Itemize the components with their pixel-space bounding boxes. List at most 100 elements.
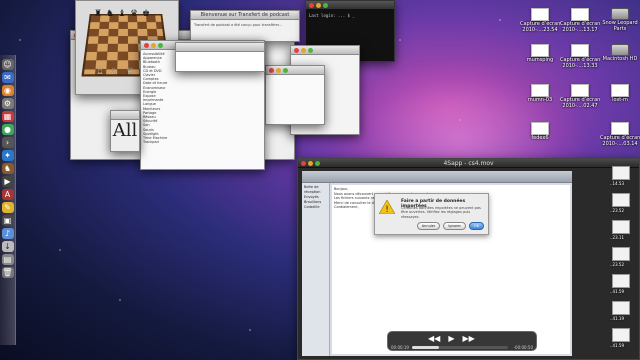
window-titlebar[interactable]: [111, 111, 139, 120]
mail-sidebar: Boîte de réception Envoyés Brouillons Corbe…: [302, 183, 330, 356]
screenshot-thumbnail-icon[interactable]: [612, 247, 630, 261]
helper-panel-window[interactable]: [175, 42, 265, 72]
desktop-disk-icon[interactable]: Macintosh HD: [600, 44, 640, 62]
warning-icon: !: [379, 200, 395, 214]
system-preferences-icon[interactable]: ⚙: [1, 98, 14, 109]
welcome-sheet-window[interactable]: Bienvenue sur Transfert de podcast Trans…: [190, 10, 300, 42]
sheet-text: Transfert de podcast a été conçu pour tr…: [194, 23, 283, 27]
desktop-screenshot-column: ..14.53 ..23.52 ..23.11 ..23.52 ..41.59 ..41.…: [560, 162, 640, 360]
desktop-icon-sublabel: 2010-....13.17: [562, 27, 598, 33]
desktop-icon-label: ..23.11: [610, 235, 624, 240]
calendar-icon[interactable]: ▦: [1, 111, 14, 122]
screenshot-thumbnail-icon[interactable]: [612, 301, 630, 315]
desktop-file-icon[interactable]: Capture d’écran 2010-....13.33: [560, 44, 600, 69]
chess-piece-icon[interactable]: ♖: [96, 67, 104, 77]
desktop-icon-label: lost-m: [612, 97, 628, 103]
desktop-disk-icon[interactable]: Snow Leopard Parts: [600, 8, 640, 32]
screenshot-thumbnail-icon: [531, 44, 549, 57]
screenshot-thumbnail-icon[interactable]: [612, 220, 630, 234]
chess-piece-icon[interactable]: ♝: [118, 9, 126, 19]
screenshot-thumbnail-icon[interactable]: [612, 193, 630, 207]
desktop-icon-label: ..41.59: [610, 289, 624, 294]
hard-drive-icon: [611, 8, 629, 20]
time-remaining: -00:00:50: [513, 345, 533, 350]
dock: ☺ ✉ ◉ ⚙ ▦ ● › ✦ ♞ ▶ A ✎ ▣ ♪ ↓ ▤ 🗑: [0, 55, 16, 345]
chess-piece-icon[interactable]: ♕: [126, 67, 134, 77]
desktop-file-icon[interactable]: lost-m: [600, 84, 640, 103]
desktop-icon-label: ..14.53: [610, 181, 624, 186]
terminal-icon[interactable]: ›: [1, 137, 14, 148]
desktop-icon-label: fedex6: [531, 135, 549, 141]
chess-icon[interactable]: ♞: [1, 163, 14, 174]
desktop-file-icon[interactable]: fedex6: [520, 122, 560, 141]
screenshot-thumbnail-icon: [571, 44, 589, 57]
notes-icon[interactable]: ✎: [1, 202, 14, 213]
window-titlebar[interactable]: [291, 46, 359, 55]
time-elapsed: 00:00:19: [391, 345, 409, 350]
alert-dialog: ! Faire a partir de données importées Ce…: [374, 193, 489, 235]
desktop-icon-sublabel: 2010-....03.14: [602, 141, 638, 147]
dictionary-icon[interactable]: A: [1, 189, 14, 200]
desktop-icon-sublabel: Parts: [613, 26, 627, 32]
dialog-cancel-button[interactable]: Annuler: [416, 222, 441, 230]
messages-icon[interactable]: ●: [1, 124, 14, 135]
downloads-icon[interactable]: ↓: [1, 241, 14, 252]
font-book-window[interactable]: All: [110, 110, 140, 152]
chess-piece-icon[interactable]: ♘: [110, 67, 118, 77]
desktop-icon-sublabel: 2010-....13.33: [562, 63, 598, 69]
screenshot-thumbnail-icon: [571, 84, 589, 97]
screenshot-thumbnail-icon[interactable]: [612, 328, 630, 342]
desktop-icon-label: ..23.52: [610, 262, 624, 267]
terminal-output[interactable]: Last login: ... $ _: [306, 10, 394, 21]
screenshot-thumbnail-icon[interactable]: [612, 274, 630, 288]
preferences-list-item[interactable]: Trackpad: [143, 140, 262, 144]
editor-window[interactable]: [265, 65, 325, 125]
rewind-icon[interactable]: ◀◀: [428, 334, 440, 343]
window-titlebar[interactable]: [176, 43, 264, 52]
playback-scrubber[interactable]: [412, 346, 508, 349]
screenshot-thumbnail-icon: [531, 84, 549, 97]
trash-icon[interactable]: 🗑: [1, 267, 14, 278]
chess-piece-icon[interactable]: ♚: [142, 9, 150, 19]
chess-piece-icon[interactable]: ♜: [94, 9, 102, 19]
mail-mailbox-item[interactable]: Boîte de réception: [304, 185, 327, 195]
terminal-titlebar[interactable]: [306, 1, 394, 10]
hard-drive-icon: [611, 44, 629, 56]
screenshot-thumbnail-icon: [611, 122, 629, 135]
screenshot-thumbnail-icon: [571, 8, 589, 21]
desktop-icon-label: ..41.19: [610, 316, 624, 321]
desktop-file-icon[interactable]: mumn-03: [520, 84, 560, 103]
fast-forward-icon[interactable]: ▶▶: [462, 334, 474, 343]
dialog-ok-button[interactable]: OK: [468, 222, 484, 230]
spaces-icon[interactable]: ▣: [1, 215, 14, 226]
mail-toolbar: [302, 171, 572, 183]
dialog-message: Certaines données importées ne peuvent p…: [401, 206, 481, 219]
mail-mailbox-item[interactable]: Corbeille: [304, 205, 327, 210]
play-icon[interactable]: ▶: [448, 334, 454, 343]
screenshot-thumbnail-icon: [531, 8, 549, 21]
desktop-file-icon[interactable]: Capture d’écran 2010-....02.47: [560, 84, 600, 109]
itunes-icon[interactable]: ♪: [1, 228, 14, 239]
screenshot-thumbnail-icon[interactable]: [612, 166, 630, 180]
quicktime-icon[interactable]: ▶: [1, 176, 14, 187]
firefox-icon[interactable]: ◉: [1, 85, 14, 96]
font-sample-text: All: [112, 120, 138, 141]
desktop-icon-sublabel: 2010-....02.47: [562, 103, 598, 109]
desktop-file-icon[interactable]: Capture d’écran 2010-....03.14: [600, 122, 640, 147]
safari-icon[interactable]: ✦: [1, 150, 14, 161]
playback-progress: [412, 346, 439, 349]
video-frame[interactable]: Boîte de réception Envoyés Brouillons Corbe…: [302, 171, 572, 356]
chess-piece-icon[interactable]: ♛: [130, 9, 138, 19]
svg-text:!: !: [385, 205, 389, 214]
dialog-ignore-button[interactable]: Ignorer: [443, 222, 466, 230]
window-titlebar[interactable]: [266, 66, 324, 75]
desktop-file-icon[interactable]: Capture d’écran 2010-....13.17: [560, 8, 600, 33]
desktop-file-icon[interactable]: mumsping: [520, 44, 560, 63]
sheet-title: Bienvenue sur Transfert de podcast: [191, 11, 299, 20]
documents-stack-icon[interactable]: ▤: [1, 254, 14, 265]
desktop-icon-label: ..41.59: [610, 343, 624, 348]
chess-piece-icon[interactable]: ♞: [106, 9, 114, 19]
desktop-file-icon[interactable]: Capture d’écran 2010-....23.54: [520, 8, 560, 33]
mail-icon[interactable]: ✉: [1, 72, 14, 83]
finder-icon[interactable]: ☺: [1, 59, 14, 70]
